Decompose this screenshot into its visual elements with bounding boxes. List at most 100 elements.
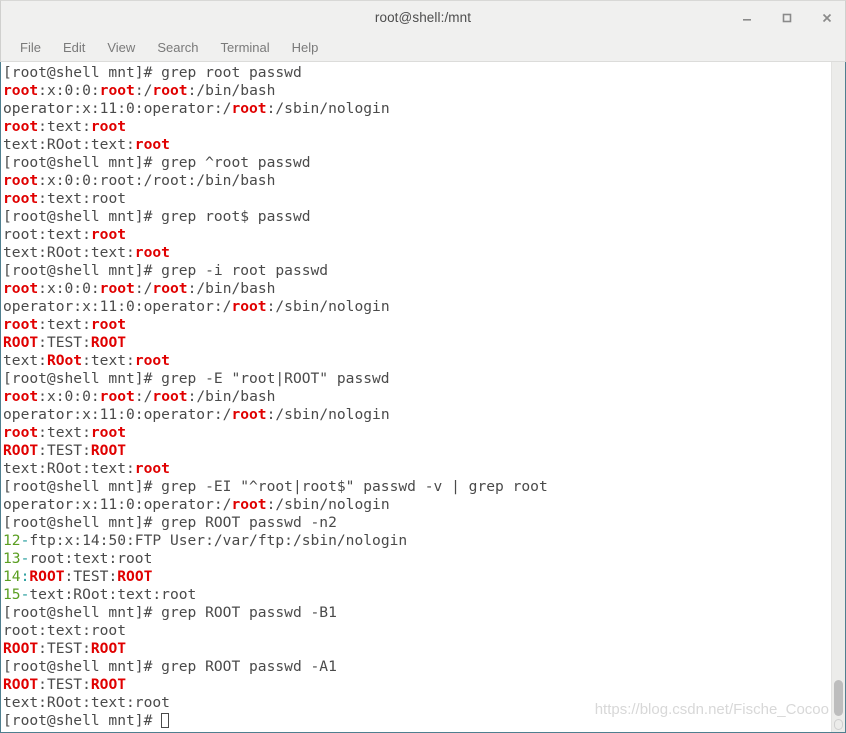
match-highlight: ROOT	[3, 676, 39, 693]
terminal-output-line: ROOT:TEST:ROOT	[3, 640, 831, 658]
terminal-prompt-line: [root@shell mnt]# grep ROOT passwd -A1	[3, 658, 831, 676]
shell-prompt: [root@shell mnt]#	[3, 712, 162, 729]
output-text: text:ROot:text:	[3, 460, 135, 477]
output-text: operator:x:11:0:operator:/	[3, 100, 232, 117]
output-text: :/bin/bash	[187, 280, 276, 297]
match-highlight: root	[152, 82, 188, 99]
line-number: 15	[3, 586, 21, 603]
terminal-prompt-line: [root@shell mnt]# grep ^root passwd	[3, 154, 831, 172]
terminal-output-line: root:text:root	[3, 424, 831, 442]
shell-prompt: [root@shell mnt]#	[3, 370, 162, 387]
match-highlight: root	[3, 190, 39, 207]
output-text: :TEST:	[38, 640, 91, 657]
output-text: root:text:root	[3, 622, 127, 639]
terminal-output-line: root:text:root	[3, 316, 831, 334]
shell-prompt: [root@shell mnt]#	[3, 262, 162, 279]
output-text: root:text:	[3, 226, 91, 243]
output-text: :text:root	[38, 190, 127, 207]
output-text: :/sbin/nologin	[266, 100, 390, 117]
line-number: 13	[3, 550, 21, 567]
terminal-prompt-line: [root@shell mnt]# grep -EI "^root|root$"…	[3, 478, 831, 496]
output-text: :/bin/bash	[187, 82, 276, 99]
shell-command: grep -E "root|ROOT" passwd	[161, 370, 390, 387]
terminal-output-line: text:ROot:text:root	[3, 694, 831, 712]
output-text: :text:	[38, 118, 91, 135]
output-text: :/bin/bash	[187, 388, 276, 405]
terminal-output-line: root:x:0:0:root:/root:/bin/bash	[3, 388, 831, 406]
terminal-output-line: 15-text:ROot:text:root	[3, 586, 831, 604]
title-bar: root@shell:/mnt	[0, 0, 846, 33]
terminal-prompt-line: [root@shell mnt]# grep ROOT passwd -n2	[3, 514, 831, 532]
match-highlight: root	[99, 388, 135, 405]
terminal-output-line: ROOT:TEST:ROOT	[3, 334, 831, 352]
output-text: :/sbin/nologin	[266, 496, 390, 513]
match-highlight: root	[90, 118, 127, 135]
shell-prompt: [root@shell mnt]#	[3, 514, 162, 531]
output-text: text:ROot:text:	[3, 136, 135, 153]
shell-prompt: [root@shell mnt]#	[3, 604, 162, 621]
output-text: :x:0:0:	[38, 388, 100, 405]
menu-item-terminal[interactable]: Terminal	[210, 38, 281, 57]
match-highlight: ROOT	[90, 334, 127, 351]
output-text: :text:	[38, 316, 91, 333]
menu-item-search[interactable]: Search	[146, 38, 209, 57]
output-text: :/sbin/nologin	[266, 406, 390, 423]
match-highlight: root	[99, 280, 135, 297]
match-highlight: root	[90, 316, 127, 333]
minimize-icon[interactable]	[737, 8, 757, 28]
shell-prompt: [root@shell mnt]#	[3, 478, 162, 495]
shell-command: grep -EI "^root|root$" passwd -v | grep …	[161, 478, 548, 495]
terminal-output-line: root:text:root	[3, 190, 831, 208]
terminal-output-line: root:text:root	[3, 622, 831, 640]
match-highlight: root	[3, 118, 39, 135]
match-highlight: root	[134, 136, 170, 153]
menu-item-view[interactable]: View	[96, 38, 146, 57]
output-text: :x:0:0:	[38, 280, 100, 297]
terminal-prompt-line: [root@shell mnt]# grep root$ passwd	[3, 208, 831, 226]
match-highlight: ROot	[46, 352, 83, 369]
match-highlight: ROOT	[90, 442, 127, 459]
match-highlight: root	[3, 388, 39, 405]
match-highlight: ROOT	[117, 568, 153, 585]
output-text: ftp:x:14:50:FTP User:/var/ftp:/sbin/nolo…	[29, 532, 408, 549]
close-icon[interactable]	[817, 8, 837, 28]
output-text: :x:0:0:root:/root:/bin/bash	[38, 172, 276, 189]
terminal-output-line: root:text:root	[3, 226, 831, 244]
match-highlight: root	[134, 460, 170, 477]
match-highlight: root	[3, 82, 39, 99]
scrollbar-end-button[interactable]	[834, 719, 843, 730]
shell-command: grep ROOT passwd -A1	[161, 658, 337, 675]
terminal-prompt-line: [root@shell mnt]# grep -E "root|ROOT" pa…	[3, 370, 831, 388]
terminal-scrollbar[interactable]	[831, 62, 845, 732]
scrollbar-thumb[interactable]	[834, 680, 843, 716]
menu-item-file[interactable]: File	[9, 38, 52, 57]
output-text: :/	[134, 82, 153, 99]
maximize-icon[interactable]	[777, 8, 797, 28]
window-controls	[737, 1, 837, 34]
terminal-output-line: 13-root:text:root	[3, 550, 831, 568]
menu-item-edit[interactable]: Edit	[52, 38, 96, 57]
match-highlight: ROOT	[90, 676, 127, 693]
terminal-output-line: 12-ftp:x:14:50:FTP User:/var/ftp:/sbin/n…	[3, 532, 831, 550]
output-text: :/	[134, 280, 153, 297]
terminal-prompt-line: [root@shell mnt]#	[3, 712, 831, 730]
terminal-output-line: operator:x:11:0:operator:/root:/sbin/nol…	[3, 496, 831, 514]
match-highlight: root	[152, 280, 188, 297]
terminal-output-line: 14:ROOT:TEST:ROOT	[3, 568, 831, 586]
menu-item-help[interactable]: Help	[281, 38, 330, 57]
terminal-output-line: text:ROot:text:root	[3, 244, 831, 262]
terminal-output-line: operator:x:11:0:operator:/root:/sbin/nol…	[3, 100, 831, 118]
match-highlight: root	[3, 316, 39, 333]
text-cursor	[161, 713, 170, 728]
menu-bar: File Edit View Search Terminal Help	[0, 33, 846, 62]
window-title: root@shell:/mnt	[374, 9, 472, 25]
terminal-screen[interactable]: [root@shell mnt]# grep root passwd root:x…	[1, 62, 831, 732]
terminal-output-line: root:text:root	[3, 118, 831, 136]
terminal-output-line: root:x:0:0:root:/root:/bin/bash	[3, 172, 831, 190]
match-highlight: root	[231, 100, 267, 117]
line-number: 12	[3, 532, 21, 549]
terminal-output-line: operator:x:11:0:operator:/root:/sbin/nol…	[3, 298, 831, 316]
match-highlight: root	[231, 406, 267, 423]
output-text: operator:x:11:0:operator:/	[3, 496, 232, 513]
terminal-output-line: text:ROot:text:root	[3, 136, 831, 154]
